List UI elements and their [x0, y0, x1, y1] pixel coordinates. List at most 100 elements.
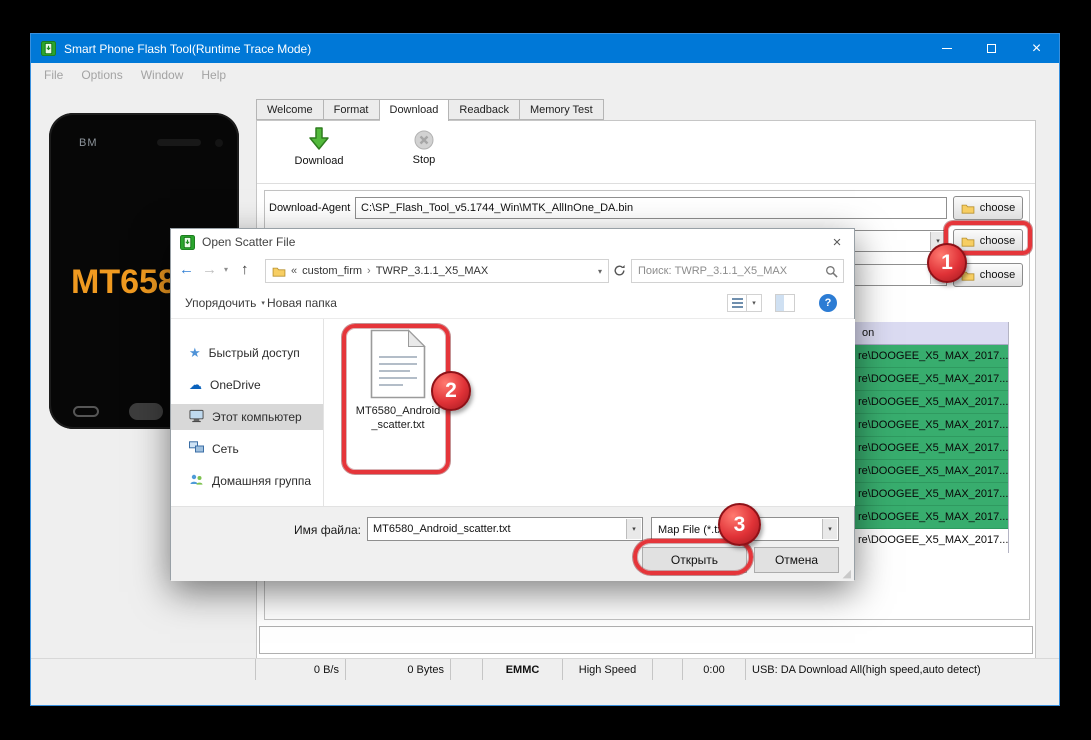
chevron-down-icon: ▾ — [752, 300, 756, 307]
table-cell-location: re\DOOGEE_X5_MAX_2017... — [858, 373, 1009, 385]
chevron-down-icon[interactable]: ▾ — [822, 519, 837, 539]
sidebar-item-label: OneDrive — [210, 378, 261, 392]
preview-pane-toggle[interactable] — [775, 294, 795, 312]
sidebar-item-label: Сеть — [212, 442, 239, 456]
star-icon: ★ — [189, 345, 201, 360]
cloud-icon: ☁ — [189, 377, 202, 392]
view-dropdown-button[interactable]: ▾ — [747, 294, 762, 312]
table-cell-location: re\DOOGEE_X5_MAX_2017... — [858, 488, 1009, 500]
recent-locations-chevron-icon[interactable]: ▾ — [224, 265, 228, 274]
breadcrumb-separator-icon: › — [367, 265, 371, 277]
folder-icon — [272, 267, 286, 277]
refresh-icon[interactable] — [613, 264, 626, 282]
table-column-divider — [1008, 322, 1009, 553]
tab-download[interactable]: Download — [379, 99, 450, 121]
search-input[interactable] — [632, 260, 843, 282]
close-button[interactable]: × — [1014, 34, 1059, 63]
search-icon — [825, 265, 838, 283]
folder-icon — [961, 204, 975, 214]
forward-button[interactable]: → — [202, 261, 217, 278]
download-arrow-icon — [309, 127, 329, 150]
annotation-number: 2 — [445, 379, 457, 402]
status-segment — [451, 659, 483, 680]
breadcrumb-collapse[interactable]: « — [291, 265, 297, 277]
status-segment — [653, 659, 683, 680]
menubar: File Options Window Help — [31, 63, 1059, 87]
status-usb: USB: DA Download All(high speed,auto det… — [746, 659, 1059, 680]
phone-camera — [215, 139, 223, 147]
resize-grip-icon[interactable]: ◢ — [843, 567, 851, 580]
view-switcher[interactable]: ▾ — [727, 294, 762, 312]
status-usb-value: USB: DA Download All(high speed,auto det… — [752, 663, 981, 676]
organize-button[interactable]: Упорядочить ▾ — [185, 296, 265, 310]
new-folder-button[interactable]: Новая папка — [267, 296, 337, 310]
menu-file[interactable]: File — [35, 68, 72, 82]
table-cell-location: re\DOOGEE_X5_MAX_2017... — [858, 511, 1009, 523]
table-cell-location: re\DOOGEE_X5_MAX_2017... — [858, 419, 1009, 431]
dialog-titlebar[interactable]: Open Scatter File × — [171, 229, 854, 255]
tab-memory-test[interactable]: Memory Test — [519, 99, 604, 120]
status-bar: 0 B/s 0 Bytes EMMC High Speed 0:00 USB: … — [31, 658, 1059, 680]
table-cell-location: re\DOOGEE_X5_MAX_2017... — [858, 442, 1009, 454]
view-thumbnails-icon[interactable] — [727, 294, 747, 312]
tab-strip: Welcome Format Download Readback Memory … — [256, 99, 604, 121]
choose-download-agent-button[interactable]: choose — [953, 196, 1023, 220]
status-bytes-value: 0 Bytes — [407, 663, 444, 676]
titlebar[interactable]: Smart Phone Flash Tool(Runtime Trace Mod… — [31, 34, 1059, 63]
computer-icon — [189, 409, 204, 426]
download-agent-input[interactable] — [355, 197, 947, 219]
breadcrumb-folder[interactable]: custom_firm — [302, 265, 362, 277]
sidebar-item-this-pc[interactable]: Этот компьютер — [171, 404, 323, 430]
search-box[interactable] — [631, 259, 844, 283]
dialog-commandbar: Упорядочить ▾ Новая папка ▾ ? — [171, 288, 854, 319]
tab-readback[interactable]: Readback — [449, 99, 520, 120]
download-button[interactable]: Download — [283, 127, 355, 167]
sidebar-item-label: Быстрый доступ — [208, 346, 300, 360]
status-link: High Speed — [563, 659, 653, 680]
address-dropdown-chevron-icon[interactable]: ▾ — [598, 267, 602, 276]
phone-brand-label: BM — [79, 137, 98, 149]
table-header-location: on — [862, 327, 875, 339]
phone-speaker — [157, 139, 201, 146]
sidebar-item-quick-access[interactable]: ★ Быстрый доступ — [171, 340, 323, 366]
menu-options[interactable]: Options — [72, 68, 131, 82]
sidebar-item-onedrive[interactable]: ☁ OneDrive — [171, 372, 323, 398]
up-button[interactable]: ↑ — [241, 261, 249, 278]
window-title: Smart Phone Flash Tool(Runtime Trace Mod… — [64, 41, 312, 56]
table-cell-location: re\DOOGEE_X5_MAX_2017... — [858, 465, 1009, 477]
address-bar[interactable]: « custom_firm › TWRP_3.1.1_X5_MAX ▾ — [265, 259, 609, 283]
breadcrumb-folder-current[interactable]: TWRP_3.1.1_X5_MAX — [376, 265, 489, 277]
status-time: 0:00 — [683, 659, 746, 680]
status-storage: EMMC — [483, 659, 563, 680]
minimize-button[interactable] — [924, 34, 969, 63]
app-icon — [41, 41, 56, 56]
back-button[interactable]: ← — [179, 261, 194, 278]
sidebar-item-homegroup[interactable]: Домашняя группа — [171, 468, 323, 494]
filename-input[interactable] — [368, 518, 624, 540]
help-button[interactable]: ? — [819, 294, 837, 312]
tab-format[interactable]: Format — [323, 99, 380, 120]
dialog-title: Open Scatter File — [202, 235, 296, 249]
menu-help[interactable]: Help — [192, 68, 235, 82]
dialog-close-button[interactable]: × — [820, 229, 854, 255]
status-speed-value: 0 B/s — [313, 663, 339, 676]
stop-button[interactable]: Stop — [399, 129, 449, 166]
choose-button-label: choose — [979, 202, 1016, 214]
download-button-label: Download — [294, 155, 344, 167]
phone-menu-button — [73, 406, 99, 417]
menu-window[interactable]: Window — [132, 68, 193, 82]
minimize-icon — [941, 48, 952, 49]
organize-label: Упорядочить — [185, 296, 257, 310]
tab-welcome[interactable]: Welcome — [256, 99, 324, 120]
status-storage-value: EMMC — [505, 663, 540, 676]
annotation-step-2: 2 — [431, 371, 471, 411]
status-segment — [31, 659, 256, 680]
sidebar-item-label: Домашняя группа — [212, 474, 312, 488]
chevron-down-icon[interactable]: ▾ — [626, 519, 641, 539]
maximize-button[interactable] — [969, 34, 1014, 63]
table-cell-location: re\DOOGEE_X5_MAX_2017... — [858, 396, 1009, 408]
cancel-button[interactable]: Отмена — [754, 547, 839, 573]
filename-combo[interactable]: ▾ — [367, 517, 643, 541]
phone-home-button — [129, 403, 163, 420]
sidebar-item-network[interactable]: Сеть — [171, 436, 323, 462]
